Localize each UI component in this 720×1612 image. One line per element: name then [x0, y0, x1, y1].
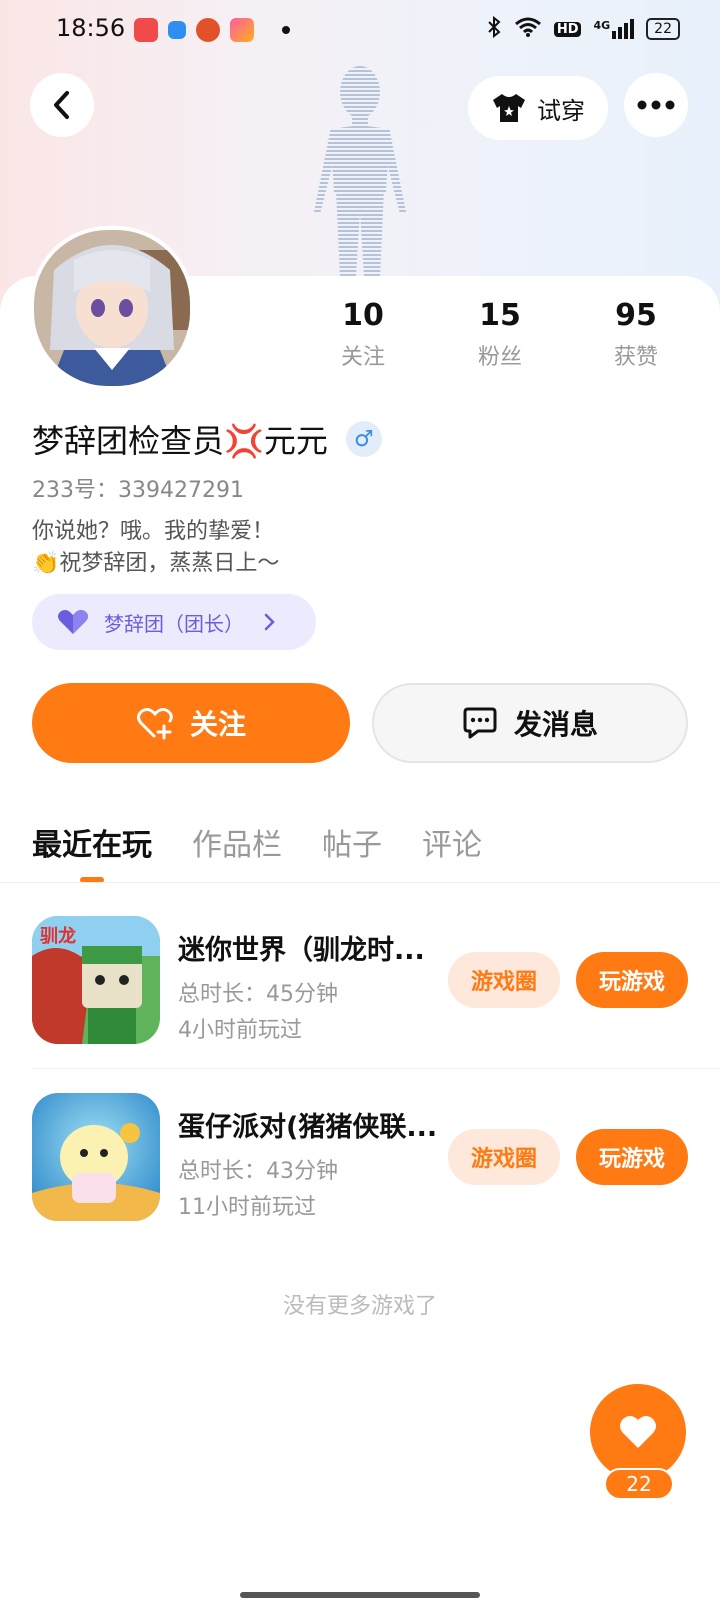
tab-comments[interactable]: 评论	[422, 820, 482, 864]
game-last-played: 11小时前玩过	[178, 1195, 316, 1220]
signal-icon: 4G	[593, 19, 635, 39]
like-floating-button[interactable]	[590, 1384, 686, 1480]
stat-following[interactable]: 10 关注	[313, 298, 413, 371]
message-label: 发消息	[513, 708, 598, 741]
username-row: 梦辞团检查员💢元元 ♂	[32, 416, 382, 462]
game-circle-button[interactable]: 游戏圈	[448, 952, 560, 1008]
status-time: 18:56	[56, 14, 126, 42]
game-icon-mini-world: 驯龙	[32, 916, 160, 1044]
tab-recent-play[interactable]: 最近在玩	[32, 820, 152, 864]
avatar-hologram-figure	[314, 66, 406, 277]
game-icon-eggy-party	[32, 1093, 160, 1221]
stat-followers-label: 粉丝	[477, 345, 522, 370]
stat-following-count: 10	[342, 298, 384, 333]
game-title: 蛋仔派对(猪猪侠联...	[178, 1112, 438, 1143]
more-notifications-dot	[282, 26, 290, 34]
shirt-icon	[493, 94, 525, 122]
game-duration: 总时长：45分钟	[178, 982, 338, 1007]
game-duration: 总时长：43分钟	[178, 1159, 338, 1184]
game-last-played: 4小时前玩过	[178, 1018, 302, 1043]
wifi-icon	[514, 16, 542, 42]
bio-line: 你说她？哦。我的挚爱！	[32, 519, 275, 544]
game-circle-button[interactable]: 游戏圈	[448, 1129, 560, 1185]
stat-likes-count: 95	[615, 298, 657, 333]
game-app-icon	[196, 18, 220, 42]
hd-icon: HD	[553, 21, 582, 37]
video-app-icon	[230, 18, 254, 42]
game-row[interactable]: 蛋仔派对(猪猪侠联... 总时长：43分钟 11小时前玩过 游戏圈 玩游戏	[32, 1093, 688, 1223]
music-app-icon	[134, 18, 158, 42]
stat-likes-label: 获赞	[613, 345, 658, 370]
svg-text:驯龙: 驯龙	[40, 925, 76, 947]
chat-bubble-icon	[463, 707, 497, 739]
tabs-divider	[0, 882, 720, 883]
bio-line: 👏祝梦辞团，蒸蒸日上～	[32, 551, 280, 576]
message-button[interactable]: 发消息	[372, 683, 688, 763]
cloud-app-icon	[168, 21, 186, 39]
bluetooth-icon	[486, 15, 502, 42]
status-right-icons: HD 4G 22	[486, 15, 680, 42]
play-game-button[interactable]: 玩游戏	[576, 1129, 688, 1185]
status-notification-icons	[134, 18, 290, 42]
network-type-label: 4G	[593, 19, 611, 32]
profile-tabs: 最近在玩 作品栏 帖子 评论	[32, 820, 482, 864]
bio: 你说她？哦。我的挚爱！ 👏祝梦辞团，蒸蒸日上～	[32, 516, 279, 580]
heart-icon	[620, 1416, 656, 1448]
club-label: 梦辞团（团长）	[104, 611, 244, 636]
avatar-image	[34, 230, 190, 386]
follow-button[interactable]: 关注	[32, 683, 350, 763]
stat-likes[interactable]: 95 获赞	[586, 298, 686, 371]
game-row[interactable]: 驯龙 迷你世界（驯龙时... 总时长：45分钟 4小时前玩过 游戏圈 玩游戏	[32, 916, 688, 1046]
more-dots-icon	[637, 100, 675, 110]
gender-male-icon: ♂	[345, 421, 382, 457]
stat-followers[interactable]: 15 粉丝	[450, 298, 550, 371]
heart-plus-icon	[136, 708, 173, 740]
username: 梦辞团检查员💢元元	[32, 422, 328, 460]
battery-indicator: 22	[646, 18, 680, 40]
stat-followers-count: 15	[479, 298, 521, 333]
chevron-right-icon	[264, 613, 275, 631]
no-more-games-text: 没有更多游戏了	[282, 1294, 437, 1319]
chevron-left-icon	[54, 91, 69, 119]
tab-posts[interactable]: 帖子	[322, 820, 382, 864]
game-title: 迷你世界（驯龙时...	[178, 935, 425, 966]
try-on-label: 试穿	[537, 96, 585, 125]
try-on-button[interactable]: 试穿	[468, 76, 608, 140]
home-indicator[interactable]	[240, 1592, 480, 1598]
back-button[interactable]	[30, 73, 94, 137]
play-game-button[interactable]: 玩游戏	[576, 952, 688, 1008]
club-badge-button[interactable]: 梦辞团（团长）	[32, 594, 316, 650]
like-count-badge: 22	[604, 1468, 674, 1500]
stat-following-label: 关注	[340, 345, 385, 370]
more-options-button[interactable]	[624, 73, 688, 137]
tab-works[interactable]: 作品栏	[192, 820, 282, 864]
heart-badge-icon	[58, 610, 88, 634]
avatar[interactable]	[30, 226, 194, 390]
row-divider	[32, 1068, 720, 1069]
follow-label: 关注	[189, 708, 246, 741]
user-id: 233号：339427291	[32, 478, 244, 503]
